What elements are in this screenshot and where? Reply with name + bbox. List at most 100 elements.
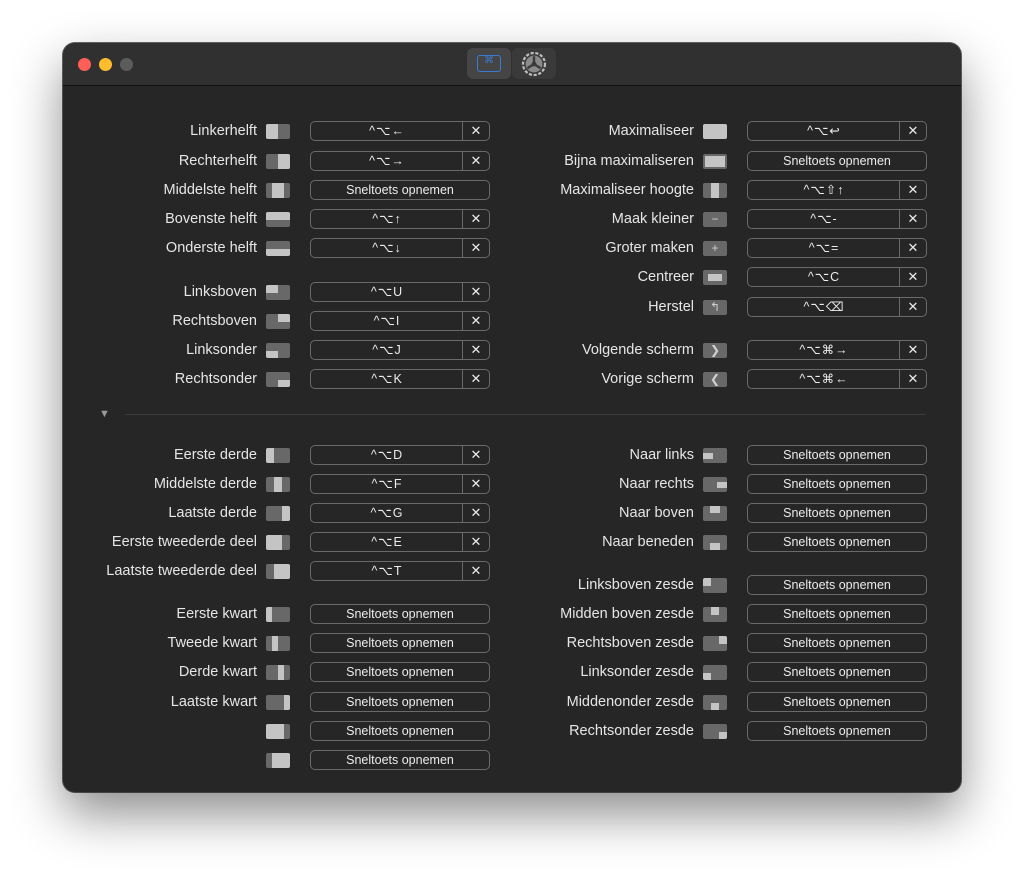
action-label: Middelste helft [163, 182, 258, 198]
first-three-fourths-icon [266, 724, 290, 739]
shortcut-field[interactable]: ^⌥⌘→ ✕ [747, 340, 927, 360]
smaller-icon: − [703, 212, 727, 227]
record-shortcut-button[interactable]: Sneltoets opnemen [310, 692, 490, 712]
move-down-icon [703, 535, 727, 550]
record-shortcut-button[interactable]: Sneltoets opnemen [747, 503, 927, 523]
clear-shortcut-button[interactable]: ✕ [462, 562, 489, 580]
clear-shortcut-button[interactable]: ✕ [462, 239, 489, 257]
action-label: Laatste kwart [170, 694, 257, 710]
record-shortcut-button[interactable]: Sneltoets opnemen [747, 151, 927, 171]
clear-shortcut-button[interactable]: ✕ [462, 283, 489, 301]
shortcut-field[interactable]: ^⌥F ✕ [310, 474, 490, 494]
clear-shortcut-button[interactable]: ✕ [899, 122, 926, 140]
record-shortcut-button[interactable]: Sneltoets opnemen [747, 575, 927, 595]
action-label: Naar links [629, 447, 694, 463]
shortcut-field[interactable]: ^⌥K ✕ [310, 369, 490, 389]
disclosure-triangle[interactable]: ▼ [99, 407, 110, 421]
clear-shortcut-button[interactable]: ✕ [899, 341, 926, 359]
shortcut-keys: ^⌥I [373, 314, 401, 328]
shortcut-field[interactable]: ^⌥C ✕ [747, 267, 927, 287]
shortcut-field[interactable]: ^⌥T ✕ [310, 561, 490, 581]
center-third-icon [266, 477, 290, 492]
clear-shortcut-button[interactable]: ✕ [462, 533, 489, 551]
clear-shortcut-button[interactable]: ✕ [899, 210, 926, 228]
shortcut-field[interactable]: ^⌥D ✕ [310, 445, 490, 465]
record-shortcut-button[interactable]: Sneltoets opnemen [747, 692, 927, 712]
record-shortcut-button[interactable]: Sneltoets opnemen [747, 474, 927, 494]
clear-shortcut-button[interactable]: ✕ [899, 298, 926, 316]
close-window-button[interactable] [78, 58, 91, 71]
shortcut-keys: ^⌥U [370, 285, 404, 299]
clear-shortcut-button[interactable]: ✕ [899, 181, 926, 199]
clear-shortcut-button[interactable]: ✕ [462, 312, 489, 330]
record-shortcut-button[interactable]: Sneltoets opnemen [747, 721, 927, 741]
action-label: Tweede kwart [167, 635, 257, 651]
action-label: Derde kwart [178, 664, 257, 680]
shortcut-keys: ^⌥→ [369, 154, 405, 168]
shortcut-field[interactable]: ^⌥⌫ ✕ [747, 297, 927, 317]
tab-shortcuts[interactable]: ⌘ [467, 48, 511, 79]
third-fourth-icon [266, 665, 290, 680]
shortcut-field[interactable]: ^⌥G ✕ [310, 503, 490, 523]
minimize-window-button[interactable] [99, 58, 112, 71]
shortcut-field[interactable]: ^⌥- ✕ [747, 209, 927, 229]
clear-shortcut-button[interactable]: ✕ [462, 152, 489, 170]
top-right-sixth-icon [703, 636, 727, 651]
shortcut-keys: ^⌥C [807, 270, 841, 284]
record-shortcut-button[interactable]: Sneltoets opnemen [310, 750, 490, 770]
shortcut-field[interactable]: ^⌥U ✕ [310, 282, 490, 302]
record-shortcut-button[interactable]: Sneltoets opnemen [747, 604, 927, 624]
move-right-icon [703, 477, 727, 492]
clear-shortcut-button[interactable]: ✕ [462, 341, 489, 359]
clear-shortcut-button[interactable]: ✕ [899, 239, 926, 257]
action-label: Naar rechts [619, 476, 694, 492]
clear-shortcut-button[interactable]: ✕ [462, 370, 489, 388]
clear-shortcut-button[interactable]: ✕ [899, 370, 926, 388]
second-fourth-icon [266, 636, 290, 651]
clear-shortcut-button[interactable]: ✕ [462, 475, 489, 493]
shortcut-keys: ^⌥↓ [372, 241, 402, 255]
action-label: Rechtsboven zesde [566, 635, 694, 651]
previous-display-icon: ❮ [703, 372, 727, 387]
zoom-window-button[interactable] [120, 58, 133, 71]
center-icon [703, 270, 727, 285]
shortcut-field[interactable]: ^⌥↑ ✕ [310, 209, 490, 229]
record-shortcut-button[interactable]: Sneltoets opnemen [310, 662, 490, 682]
shortcut-field[interactable]: ^⌥↩ ✕ [747, 121, 927, 141]
shortcut-keys: ^⌥T [371, 564, 403, 578]
maximize-height-icon [703, 183, 727, 198]
record-shortcut-button[interactable]: Sneltoets opnemen [310, 721, 490, 741]
clear-shortcut-button[interactable]: ✕ [462, 446, 489, 464]
clear-shortcut-button[interactable]: ✕ [462, 122, 489, 140]
record-shortcut-button[interactable]: Sneltoets opnemen [747, 445, 927, 465]
shortcut-field[interactable]: ^⌥I ✕ [310, 311, 490, 331]
shortcut-field[interactable]: ^⌥J ✕ [310, 340, 490, 360]
shortcut-keys: ^⌥⌘→ [799, 343, 849, 357]
record-shortcut-button[interactable]: Sneltoets opnemen [747, 532, 927, 552]
center-half-icon [266, 183, 290, 198]
right-half-icon [266, 154, 290, 169]
action-label: Vorige scherm [601, 371, 694, 387]
shortcut-field[interactable]: ^⌥E ✕ [310, 532, 490, 552]
tab-settings[interactable] [512, 48, 556, 79]
shortcut-field[interactable]: ^⌥⌘← ✕ [747, 369, 927, 389]
clear-shortcut-button[interactable]: ✕ [462, 210, 489, 228]
top-right-icon [266, 314, 290, 329]
shortcut-field[interactable]: ^⌥= ✕ [747, 238, 927, 258]
clear-shortcut-button[interactable]: ✕ [462, 504, 489, 522]
record-shortcut-button[interactable]: Sneltoets opnemen [310, 180, 490, 200]
section-divider [125, 414, 926, 415]
action-label: Eerste kwart [176, 606, 257, 622]
record-shortcut-button[interactable]: Sneltoets opnemen [747, 633, 927, 653]
action-label: Onderste helft [165, 240, 257, 256]
shortcut-keys: ^⌥= [808, 241, 840, 255]
clear-shortcut-button[interactable]: ✕ [899, 268, 926, 286]
shortcut-field[interactable]: ^⌥← ✕ [310, 121, 490, 141]
record-shortcut-button[interactable]: Sneltoets opnemen [747, 662, 927, 682]
shortcut-field[interactable]: ^⌥→ ✕ [310, 151, 490, 171]
shortcut-field[interactable]: ^⌥⇧↑ ✕ [747, 180, 927, 200]
record-shortcut-button[interactable]: Sneltoets opnemen [310, 604, 490, 624]
first-fourth-icon [266, 607, 290, 622]
record-shortcut-button[interactable]: Sneltoets opnemen [310, 633, 490, 653]
shortcut-field[interactable]: ^⌥↓ ✕ [310, 238, 490, 258]
